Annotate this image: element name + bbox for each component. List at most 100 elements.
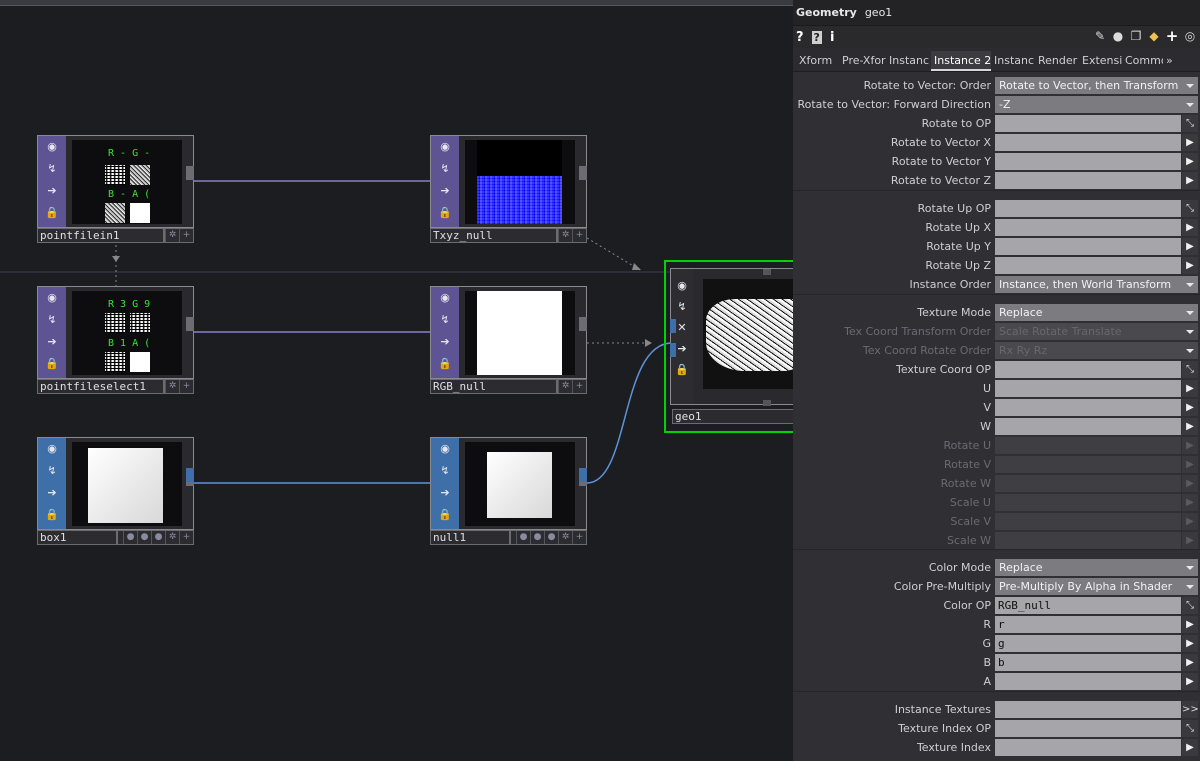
- lock-icon[interactable]: 🔒: [438, 357, 452, 371]
- flag-icon[interactable]: ●: [123, 531, 137, 544]
- viewer-toggle-icon[interactable]: ◉: [438, 442, 452, 456]
- node-name[interactable]: Txyz_null: [430, 228, 557, 243]
- node-name[interactable]: geo1: [672, 409, 793, 424]
- param-field[interactable]: [995, 115, 1181, 132]
- node-flags[interactable]: ✲ +: [164, 228, 194, 243]
- param-field[interactable]: [995, 172, 1181, 189]
- help-icon[interactable]: ?: [796, 30, 804, 45]
- expand-arrow-icon[interactable]: ▶: [1182, 153, 1198, 170]
- flag-icon[interactable]: ●: [151, 531, 165, 544]
- info-icon[interactable]: i: [830, 30, 834, 45]
- node-body[interactable]: ◉ ↯ ➔ 🔒 R 3 G 9 B 1 A (: [37, 286, 194, 379]
- expand-arrow-icon[interactable]: ▶: [1182, 380, 1198, 397]
- expand-arrow-icon[interactable]: ▶: [1182, 616, 1198, 633]
- param-label[interactable]: Rotate to Vector: Forward Direction: [797, 95, 991, 114]
- param-label[interactable]: Rotate Up OP: [918, 199, 991, 218]
- expand-arrow-icon[interactable]: ▶: [1182, 513, 1198, 530]
- bypass-icon[interactable]: ↯: [675, 300, 689, 314]
- expand-arrow-icon[interactable]: ▶: [1182, 635, 1198, 652]
- bypass-icon[interactable]: ↯: [438, 464, 452, 478]
- expand-arrow-icon[interactable]: ▶: [1182, 134, 1198, 151]
- node-name[interactable]: null1: [430, 530, 510, 545]
- expand-arrow-icon[interactable]: ▶: [1182, 219, 1198, 236]
- input-connector[interactable]: [670, 319, 676, 333]
- param-field[interactable]: RGB_null: [995, 597, 1181, 614]
- arrow-icon[interactable]: ➔: [438, 184, 452, 198]
- expand-arrow-icon[interactable]: ▶: [1182, 418, 1198, 435]
- param-label[interactable]: Tex Coord Transform Order: [844, 322, 991, 341]
- output-connector[interactable]: [579, 317, 587, 331]
- python-help-icon[interactable]: ?: [811, 30, 822, 44]
- param-label[interactable]: Texture Index OP: [898, 719, 991, 738]
- param-field[interactable]: [995, 701, 1181, 718]
- param-label[interactable]: G: [982, 634, 991, 653]
- param-field[interactable]: [995, 134, 1181, 151]
- expand-arrow-icon[interactable]: ▶: [1182, 532, 1198, 549]
- arrow-icon[interactable]: ➔: [438, 335, 452, 349]
- param-menu[interactable]: Rx Ry Rz: [995, 342, 1198, 359]
- tab-render[interactable]: Render: [1035, 51, 1079, 71]
- expand-arrow-icon[interactable]: ▶: [1182, 238, 1198, 255]
- node-body[interactable]: ◉ ↯ ✕ ➔ 🔒: [670, 268, 793, 406]
- param-label[interactable]: Scale V: [950, 512, 991, 531]
- op-drop-icon[interactable]: ⤡: [1182, 720, 1198, 737]
- copy-icon[interactable]: ❐: [1129, 29, 1143, 43]
- add-icon[interactable]: +: [572, 380, 586, 393]
- param-menu[interactable]: Replace: [995, 304, 1198, 321]
- viewer-toggle-icon[interactable]: ◉: [45, 442, 59, 456]
- param-label[interactable]: V: [983, 398, 991, 417]
- param-field[interactable]: [995, 361, 1181, 378]
- node-name[interactable]: box1: [37, 530, 117, 545]
- op-drop-icon[interactable]: ⤡: [1182, 115, 1198, 132]
- param-field[interactable]: [995, 720, 1181, 737]
- output-connector[interactable]: [186, 468, 194, 482]
- expand-arrow-icon[interactable]: ▶: [1182, 456, 1198, 473]
- lock-icon[interactable]: 🔒: [45, 357, 59, 371]
- bypass-icon[interactable]: ↯: [45, 162, 59, 176]
- param-field[interactable]: [995, 437, 1181, 454]
- tab-instanc[interactable]: Instanc: [886, 51, 931, 71]
- sequence-expand-icon[interactable]: >>: [1182, 701, 1199, 718]
- param-label[interactable]: A: [983, 672, 991, 691]
- param-field[interactable]: [995, 238, 1181, 255]
- param-field[interactable]: [995, 475, 1181, 492]
- bottom-connector[interactable]: [763, 400, 771, 406]
- flag-icon[interactable]: ✲: [558, 229, 572, 242]
- lock-icon[interactable]: 🔒: [438, 206, 452, 220]
- param-field[interactable]: [995, 494, 1181, 511]
- param-label[interactable]: Scale U: [950, 493, 991, 512]
- param-label[interactable]: R: [983, 615, 991, 634]
- param-label[interactable]: Rotate to OP: [922, 114, 991, 133]
- arrow-icon[interactable]: ➔: [675, 342, 689, 356]
- param-field[interactable]: [995, 532, 1181, 549]
- output-connector[interactable]: [579, 166, 587, 180]
- node-body[interactable]: ◉ ↯ ➔ 🔒: [430, 286, 587, 379]
- node-flags[interactable]: ✲ +: [557, 228, 587, 243]
- target-icon[interactable]: ◎: [1183, 29, 1197, 43]
- param-label[interactable]: U: [983, 379, 991, 398]
- flag-icon[interactable]: ●: [137, 531, 151, 544]
- op-name[interactable]: geo1: [865, 6, 892, 19]
- node-name[interactable]: pointfilein1: [37, 228, 164, 243]
- param-label[interactable]: Texture Mode: [917, 303, 991, 322]
- param-field[interactable]: g: [995, 635, 1181, 652]
- param-label[interactable]: Color OP: [943, 596, 991, 615]
- node-body[interactable]: ◉ ↯ ➔ 🔒: [37, 437, 194, 530]
- param-label[interactable]: Rotate Up X: [925, 218, 991, 237]
- tab-instanc[interactable]: Instanc: [991, 51, 1035, 71]
- node-body[interactable]: ◉ ↯ ➔ 🔒: [430, 135, 587, 228]
- param-field[interactable]: [995, 456, 1181, 473]
- expand-arrow-icon[interactable]: ▶: [1182, 172, 1198, 189]
- bypass-icon[interactable]: ↯: [438, 313, 452, 327]
- param-label[interactable]: Rotate to Vector: Order: [864, 76, 991, 95]
- tab-pre-xfor[interactable]: Pre-Xfor: [839, 51, 886, 71]
- node-flags[interactable]: ✲ +: [557, 379, 587, 394]
- param-field[interactable]: [995, 418, 1181, 435]
- param-field[interactable]: [995, 399, 1181, 416]
- expand-arrow-icon[interactable]: ▶: [1182, 654, 1198, 671]
- flag-icon[interactable]: ✲: [558, 380, 572, 393]
- param-label[interactable]: Color Mode: [929, 558, 991, 577]
- param-field[interactable]: [995, 200, 1181, 217]
- node-name[interactable]: RGB_null: [430, 379, 557, 394]
- node-name[interactable]: pointfileselect1: [37, 379, 164, 394]
